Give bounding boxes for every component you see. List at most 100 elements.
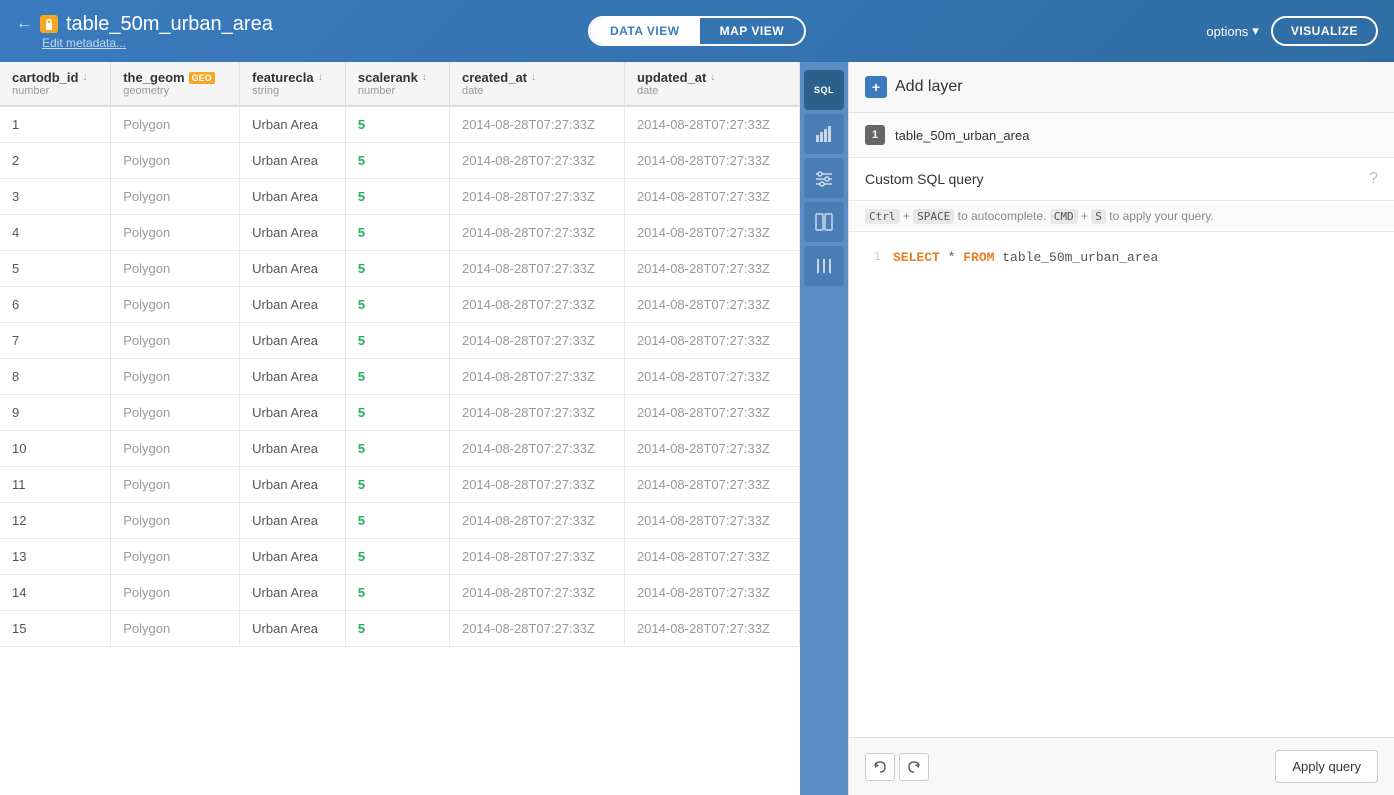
redo-button[interactable] bbox=[899, 753, 929, 781]
cell-feature: Urban Area bbox=[240, 359, 346, 395]
back-icon[interactable]: ← bbox=[16, 15, 32, 33]
add-layer-title: Add layer bbox=[895, 78, 963, 96]
cell-feature: Urban Area bbox=[240, 611, 346, 647]
table-row: 4 Polygon Urban Area 5 2014-08-28T07:27:… bbox=[0, 215, 800, 251]
layer-name: table_50m_urban_area bbox=[895, 128, 1029, 143]
layer-item[interactable]: 1 table_50m_urban_area bbox=[849, 113, 1394, 158]
sql-editor-body[interactable]: 1 SELECT * FROM table_50m_urban_area bbox=[849, 232, 1394, 737]
cell-updated: 2014-08-28T07:27:33Z bbox=[624, 179, 799, 215]
cell-created: 2014-08-28T07:27:33Z bbox=[449, 323, 624, 359]
data-table-area: cartodb_id ↓ number the_geom GEO geometr… bbox=[0, 62, 800, 795]
main-content: cartodb_id ↓ number the_geom GEO geometr… bbox=[0, 62, 1394, 795]
cell-feature: Urban Area bbox=[240, 143, 346, 179]
add-layer-header: + Add layer bbox=[849, 62, 1394, 113]
sql-from-keyword: FROM bbox=[963, 250, 994, 265]
apply-query-button[interactable]: Apply query bbox=[1275, 750, 1378, 783]
sql-icon: SQL bbox=[810, 82, 838, 98]
cell-updated: 2014-08-28T07:27:33Z bbox=[624, 106, 799, 143]
cell-feature: Urban Area bbox=[240, 467, 346, 503]
options-button[interactable]: options ▾ bbox=[1206, 23, 1258, 39]
chart-icon bbox=[815, 125, 833, 143]
cell-created: 2014-08-28T07:27:33Z bbox=[449, 106, 624, 143]
cell-feature: Urban Area bbox=[240, 251, 346, 287]
ctrl-key: Ctrl bbox=[865, 209, 900, 224]
col-header-featurecla[interactable]: featurecla ↓ string bbox=[240, 62, 346, 106]
add-layer-panel: + Add layer 1 table_50m_urban_area Custo… bbox=[848, 62, 1394, 795]
filter-tool-button[interactable] bbox=[804, 158, 844, 198]
cell-scale: 5 bbox=[345, 503, 449, 539]
column-tool-button[interactable] bbox=[804, 246, 844, 286]
cell-geom: Polygon bbox=[111, 539, 240, 575]
col-header-the-geom[interactable]: the_geom GEO geometry bbox=[111, 62, 240, 106]
col-header-cartodb-id[interactable]: cartodb_id ↓ number bbox=[0, 62, 111, 106]
cell-scale: 5 bbox=[345, 215, 449, 251]
chart-tool-button[interactable] bbox=[804, 114, 844, 154]
table-row: 14 Polygon Urban Area 5 2014-08-28T07:27… bbox=[0, 575, 800, 611]
visualize-button[interactable]: VISUALIZE bbox=[1271, 16, 1378, 46]
s-key: S bbox=[1091, 209, 1106, 224]
col-header-scalerank[interactable]: scalerank ↓ number bbox=[345, 62, 449, 106]
table-header-row: cartodb_id ↓ number the_geom GEO geometr… bbox=[0, 62, 800, 106]
sort-arrow-updated: ↓ bbox=[710, 72, 715, 83]
cell-updated: 2014-08-28T07:27:33Z bbox=[624, 215, 799, 251]
cell-updated: 2014-08-28T07:27:33Z bbox=[624, 287, 799, 323]
cell-feature: Urban Area bbox=[240, 287, 346, 323]
merge-tool-button[interactable] bbox=[804, 202, 844, 242]
sql-editor-container: Custom SQL query ? Ctrl + SPACE to autoc… bbox=[849, 158, 1394, 795]
cell-id: 3 bbox=[0, 179, 111, 215]
cell-id: 6 bbox=[0, 287, 111, 323]
geo-badge: GEO bbox=[189, 72, 215, 84]
cell-geom: Polygon bbox=[111, 215, 240, 251]
view-toggle: DATA VIEW MAP VIEW bbox=[588, 16, 806, 46]
col-header-created-at[interactable]: created_at ↓ date bbox=[449, 62, 624, 106]
cell-feature: Urban Area bbox=[240, 539, 346, 575]
cell-scale: 5 bbox=[345, 467, 449, 503]
cell-scale: 5 bbox=[345, 575, 449, 611]
data-view-button[interactable]: DATA VIEW bbox=[590, 18, 700, 44]
sort-arrow-cartodb: ↓ bbox=[82, 72, 87, 83]
layer-number: 1 bbox=[865, 125, 885, 145]
col-header-updated-at[interactable]: updated_at ↓ date bbox=[624, 62, 799, 106]
cell-updated: 2014-08-28T07:27:33Z bbox=[624, 539, 799, 575]
page-title: table_50m_urban_area bbox=[66, 13, 273, 36]
sql-hint: Ctrl + SPACE to autocomplete. CMD + S to… bbox=[849, 201, 1394, 232]
sql-star: * bbox=[940, 250, 963, 265]
cell-updated: 2014-08-28T07:27:33Z bbox=[624, 359, 799, 395]
cell-geom: Polygon bbox=[111, 287, 240, 323]
cell-feature: Urban Area bbox=[240, 106, 346, 143]
cell-geom: Polygon bbox=[111, 503, 240, 539]
sql-footer: Apply query bbox=[849, 737, 1394, 795]
add-layer-icon[interactable]: + bbox=[865, 76, 887, 98]
cell-feature: Urban Area bbox=[240, 323, 346, 359]
undo-button[interactable] bbox=[865, 753, 895, 781]
cell-id: 4 bbox=[0, 215, 111, 251]
help-icon[interactable]: ? bbox=[1369, 170, 1378, 188]
cell-id: 5 bbox=[0, 251, 111, 287]
cell-created: 2014-08-28T07:27:33Z bbox=[449, 395, 624, 431]
cell-id: 15 bbox=[0, 611, 111, 647]
column-icon bbox=[815, 257, 833, 275]
cell-updated: 2014-08-28T07:27:33Z bbox=[624, 323, 799, 359]
cell-created: 2014-08-28T07:27:33Z bbox=[449, 575, 624, 611]
cell-geom: Polygon bbox=[111, 323, 240, 359]
cell-geom: Polygon bbox=[111, 467, 240, 503]
cell-created: 2014-08-28T07:27:33Z bbox=[449, 539, 624, 575]
cell-id: 10 bbox=[0, 431, 111, 467]
cell-geom: Polygon bbox=[111, 251, 240, 287]
cell-scale: 5 bbox=[345, 395, 449, 431]
cell-id: 2 bbox=[0, 143, 111, 179]
cell-feature: Urban Area bbox=[240, 575, 346, 611]
cell-created: 2014-08-28T07:27:33Z bbox=[449, 143, 624, 179]
table-row: 9 Polygon Urban Area 5 2014-08-28T07:27:… bbox=[0, 395, 800, 431]
header: ← table_50m_urban_area Edit metadata... … bbox=[0, 0, 1394, 62]
cell-feature: Urban Area bbox=[240, 431, 346, 467]
cell-feature: Urban Area bbox=[240, 395, 346, 431]
cell-scale: 5 bbox=[345, 179, 449, 215]
cell-id: 12 bbox=[0, 503, 111, 539]
table-row: 13 Polygon Urban Area 5 2014-08-28T07:27… bbox=[0, 539, 800, 575]
cell-geom: Polygon bbox=[111, 143, 240, 179]
sql-tool-button[interactable]: SQL bbox=[804, 70, 844, 110]
cell-id: 1 bbox=[0, 106, 111, 143]
map-view-button[interactable]: MAP VIEW bbox=[700, 18, 804, 44]
undo-icon bbox=[873, 760, 887, 774]
